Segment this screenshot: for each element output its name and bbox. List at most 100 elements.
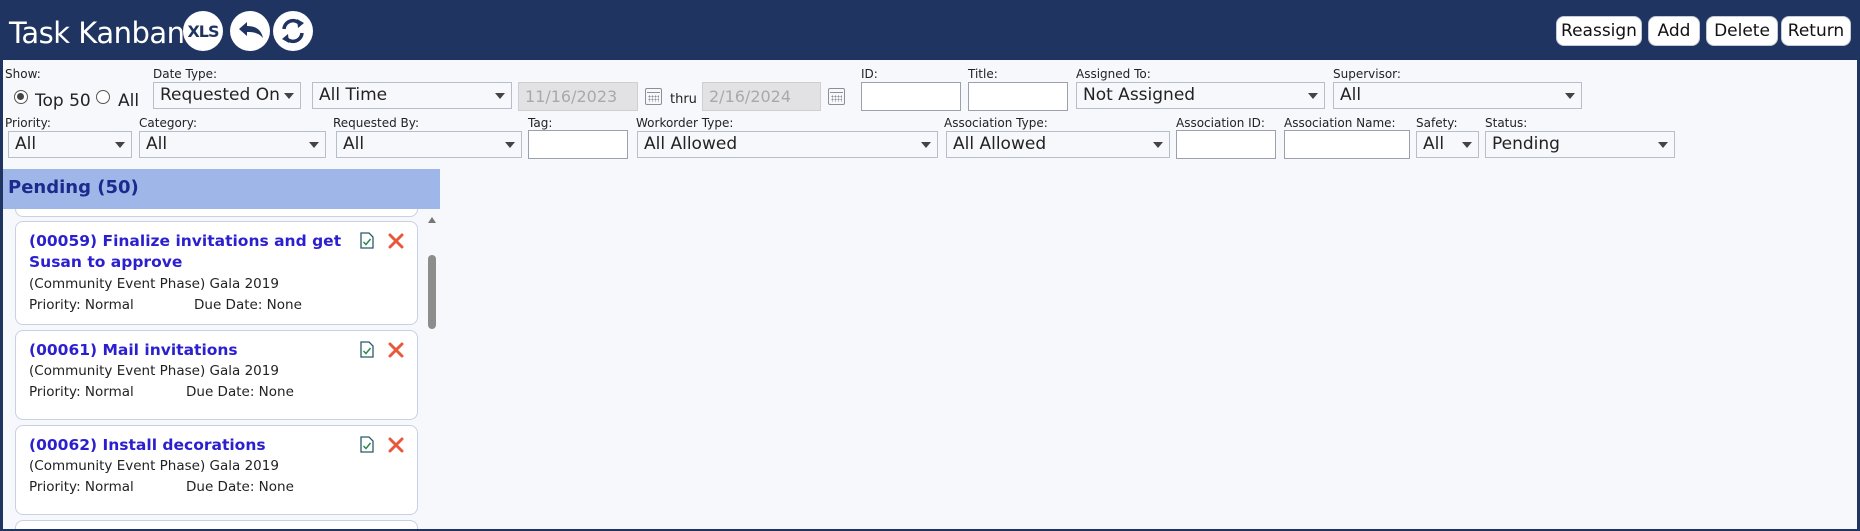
association-type-select[interactable]: All Allowed — [946, 131, 1170, 158]
kanban-card[interactable]: (00059) Finalize invitations and get Sus… — [15, 221, 418, 325]
chevron-down-icon — [1658, 142, 1668, 148]
chevron-down-icon — [495, 93, 505, 99]
chevron-down-icon — [505, 142, 515, 148]
association-type-label: Association Type: — [944, 116, 1048, 130]
chevron-down-icon — [284, 93, 294, 99]
association-name-label: Association Name: — [1284, 116, 1396, 130]
kanban-card-partial[interactable] — [15, 520, 418, 529]
document-check-icon[interactable] — [360, 341, 374, 358]
requested-by-value: All — [343, 134, 365, 154]
id-input[interactable] — [861, 82, 961, 111]
card-due-date: Due Date: None — [186, 479, 294, 495]
card-priority: Priority: Normal — [29, 297, 134, 313]
card-priority: Priority: Normal — [29, 384, 134, 400]
category-select[interactable]: All — [139, 131, 326, 158]
show-all-radio[interactable] — [96, 90, 110, 104]
association-id-input[interactable] — [1176, 130, 1276, 159]
show-label: Show: — [5, 67, 41, 81]
safety-label: Safety: — [1416, 116, 1458, 130]
document-check-icon[interactable] — [360, 436, 374, 453]
status-value: Pending — [1492, 134, 1560, 154]
card-priority: Priority: Normal — [29, 479, 134, 495]
supervisor-select[interactable]: All — [1333, 82, 1582, 109]
xls-icon[interactable]: XLS — [183, 11, 223, 51]
return-button[interactable]: Return — [1781, 16, 1851, 46]
page-title: Task Kanban — [9, 16, 185, 50]
chevron-down-icon — [115, 142, 125, 148]
workorder-type-label: Workorder Type: — [636, 116, 734, 130]
chevron-down-icon — [309, 142, 319, 148]
chevron-down-icon — [1153, 142, 1163, 148]
requested-by-select[interactable]: All — [336, 131, 522, 158]
delete-button[interactable]: Delete — [1706, 16, 1778, 46]
date-to-input[interactable]: 2/16/2024 — [702, 82, 821, 111]
show-all-label: All — [118, 91, 140, 111]
association-name-input[interactable] — [1284, 130, 1410, 159]
kanban-column-header: Pending (50) — [3, 169, 440, 209]
requested-by-label: Requested By: — [333, 116, 420, 130]
chevron-down-icon — [1462, 142, 1472, 148]
priority-select[interactable]: All — [8, 131, 132, 158]
reassign-button[interactable]: Reassign — [1556, 16, 1642, 46]
assigned-to-label: Assigned To: — [1076, 67, 1151, 81]
supervisor-value: All — [1340, 85, 1362, 105]
kanban-card-partial[interactable] — [15, 209, 418, 217]
refresh-icon[interactable] — [273, 11, 313, 51]
date-type-select[interactable]: Requested On — [153, 82, 301, 109]
card-due-date: Due Date: None — [194, 297, 302, 313]
association-type-value: All Allowed — [953, 134, 1047, 154]
workorder-type-select[interactable]: All Allowed — [637, 131, 938, 158]
priority-label: Priority: — [5, 116, 51, 130]
scroll-up-arrow[interactable] — [428, 217, 436, 223]
undo-icon[interactable] — [230, 11, 270, 51]
id-label: ID: — [861, 67, 878, 81]
chevron-down-icon — [1565, 93, 1575, 99]
card-title[interactable]: (00062) Install decorations — [29, 435, 266, 456]
status-select[interactable]: Pending — [1485, 131, 1675, 158]
chevron-down-icon — [1308, 93, 1318, 99]
app-window: Task Kanban XLS Reassign Add Delete Retu… — [3, 3, 1857, 529]
kanban-card[interactable]: (00062) Install decorations (Community E… — [15, 425, 418, 515]
document-check-icon[interactable] — [360, 232, 374, 249]
safety-select[interactable]: All — [1416, 131, 1479, 158]
date-range-select[interactable]: All Time — [312, 82, 512, 109]
safety-value: All — [1423, 134, 1445, 154]
category-value: All — [146, 134, 168, 154]
app-header: Task Kanban XLS Reassign Add Delete Retu… — [3, 3, 1857, 60]
assigned-to-select[interactable]: Not Assigned — [1076, 82, 1325, 109]
card-subtitle: (Community Event Phase) Gala 2019 — [29, 458, 279, 474]
tag-label: Tag: — [528, 116, 553, 130]
date-from-input[interactable]: 11/16/2023 — [518, 82, 638, 111]
category-label: Category: — [139, 116, 197, 130]
card-title[interactable]: (00061) Mail invitations — [29, 340, 238, 361]
supervisor-label: Supervisor: — [1333, 67, 1401, 81]
kanban-card[interactable]: (00061) Mail invitations (Community Even… — [15, 330, 418, 420]
card-title[interactable]: (00059) Finalize invitations and get Sus… — [29, 231, 341, 273]
association-id-label: Association ID: — [1176, 116, 1265, 130]
kanban-column[interactable]: (00059) Finalize invitations and get Sus… — [3, 209, 440, 529]
workorder-type-value: All Allowed — [644, 134, 738, 154]
chevron-down-icon — [921, 142, 931, 148]
calendar-icon[interactable] — [828, 88, 845, 105]
scrollbar-thumb[interactable] — [428, 255, 436, 329]
close-icon[interactable] — [387, 341, 405, 359]
title-input[interactable] — [968, 82, 1068, 111]
add-button[interactable]: Add — [1648, 16, 1700, 46]
date-thru-label: thru — [670, 92, 697, 107]
title-label: Title: — [968, 67, 998, 81]
tag-input[interactable] — [528, 130, 628, 159]
priority-value: All — [15, 134, 37, 154]
date-type-value: Requested On — [160, 85, 280, 105]
close-icon[interactable] — [387, 436, 405, 454]
show-top50-radio[interactable] — [14, 90, 28, 104]
calendar-icon[interactable] — [645, 88, 662, 105]
close-icon[interactable] — [387, 232, 405, 250]
card-subtitle: (Community Event Phase) Gala 2019 — [29, 363, 279, 379]
assigned-to-value: Not Assigned — [1083, 85, 1196, 105]
card-subtitle: (Community Event Phase) Gala 2019 — [29, 276, 279, 292]
card-due-date: Due Date: None — [186, 384, 294, 400]
date-range-value: All Time — [319, 85, 388, 105]
date-type-label: Date Type: — [153, 67, 218, 81]
show-top50-label: Top 50 — [35, 91, 91, 111]
status-label: Status: — [1485, 116, 1528, 130]
